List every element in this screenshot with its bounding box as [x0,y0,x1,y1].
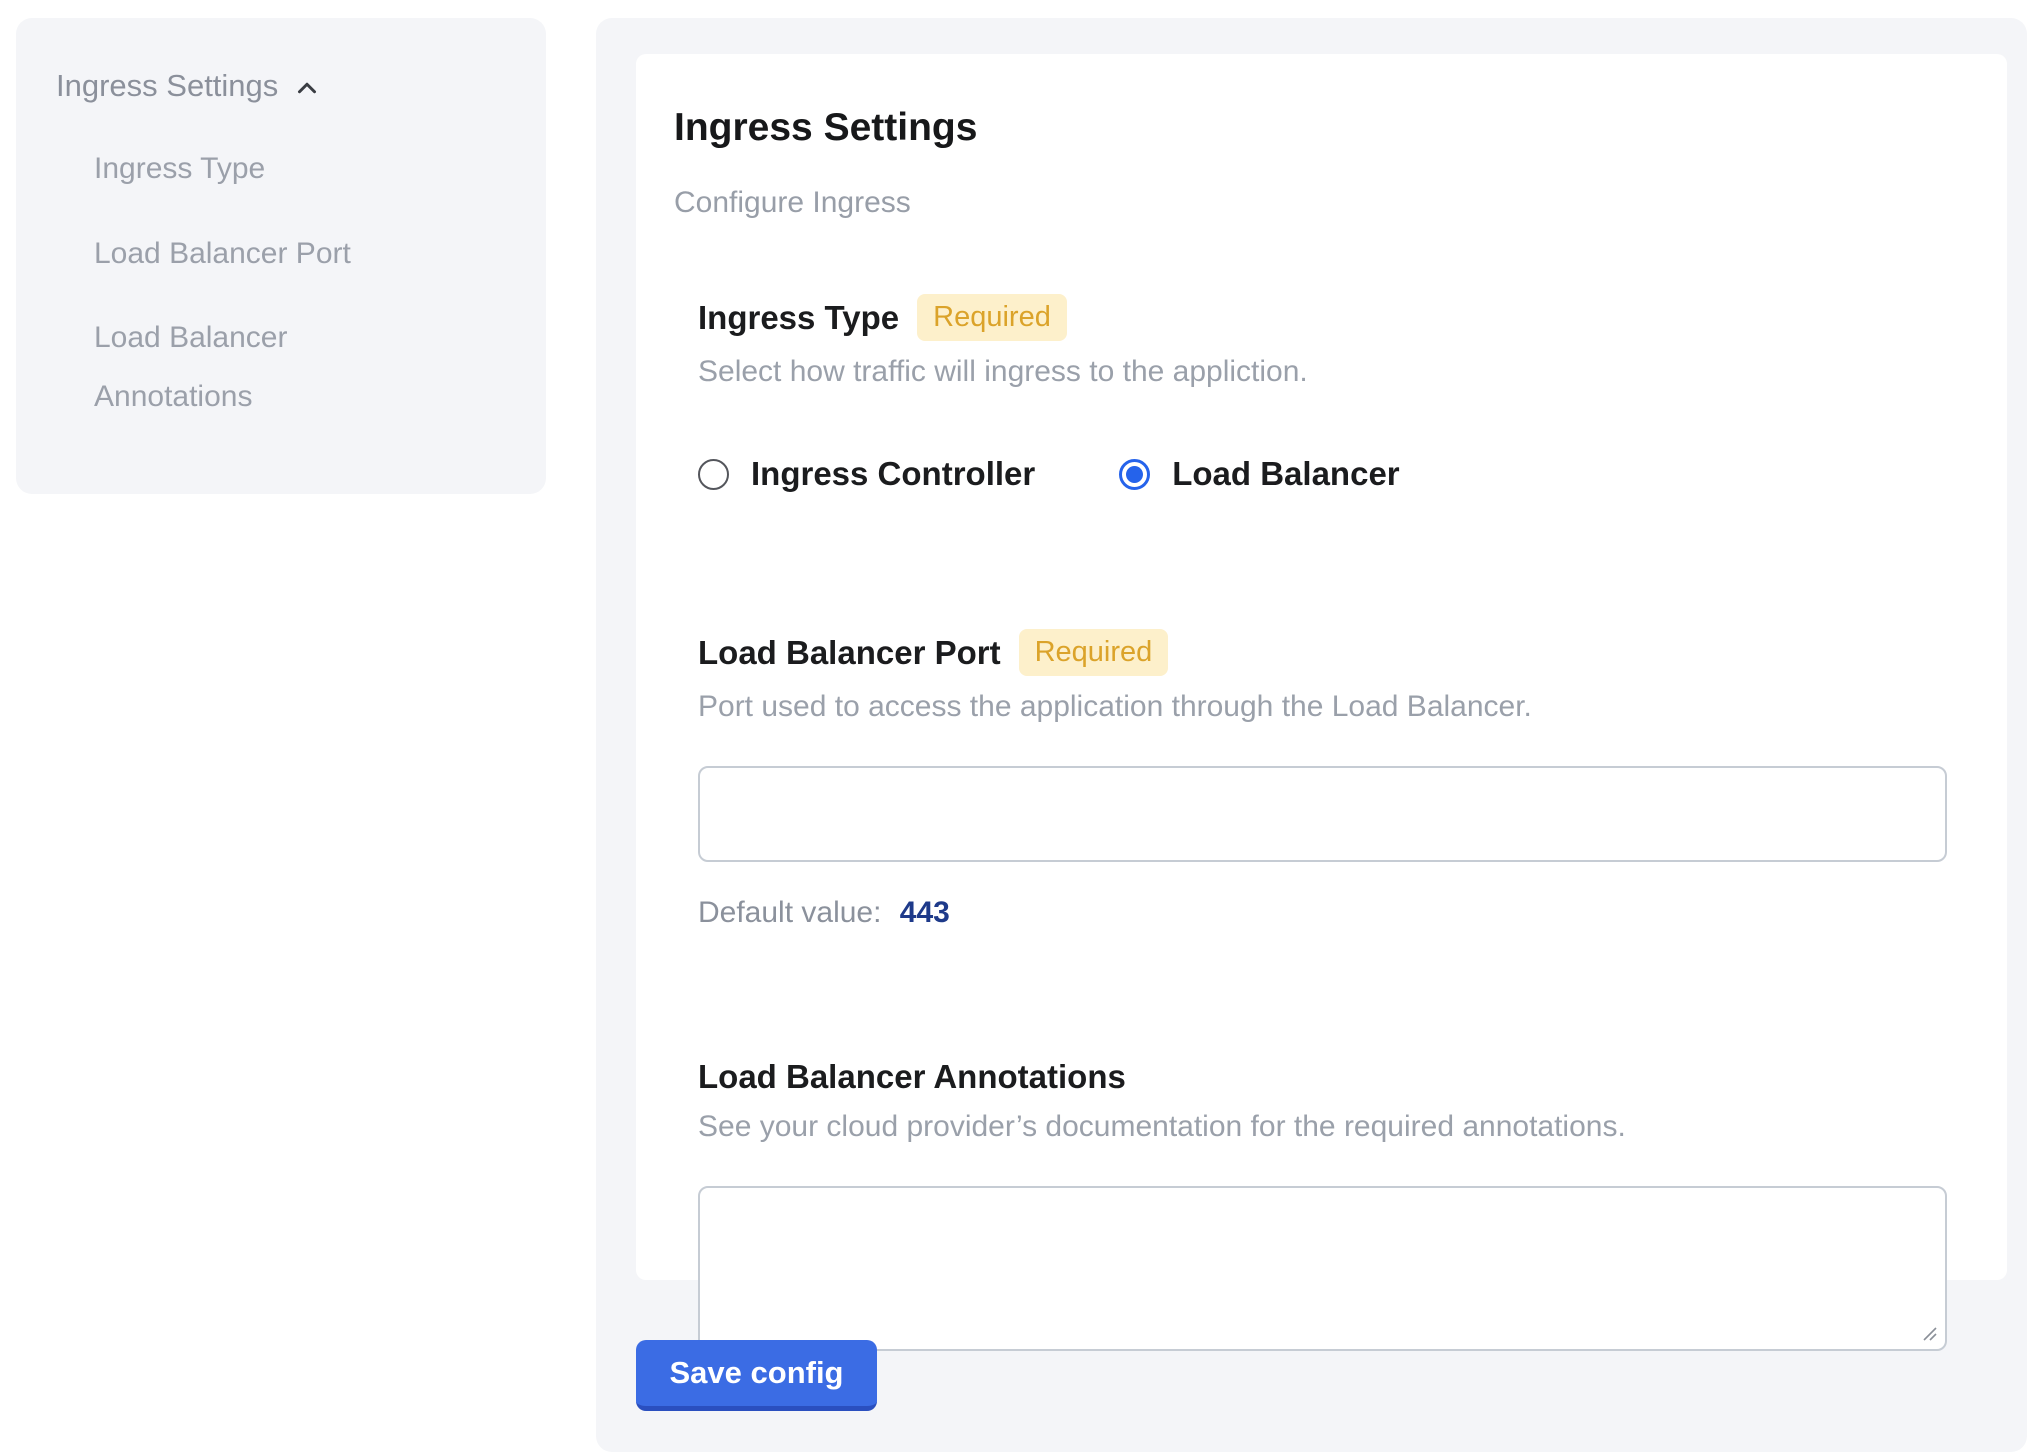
ingress-type-radio-group: Ingress Controller Load Balancer [698,455,1947,493]
ingress-type-description: Select how traffic will ingress to the a… [698,355,1947,389]
ingress-controller-option[interactable]: Ingress Controller [698,455,1035,493]
sidebar-group-ingress-settings[interactable]: Ingress Settings [56,68,506,104]
main-panel: Ingress Settings Configure Ingress Ingre… [596,18,2027,1452]
radio-icon [698,459,729,490]
load-balancer-port-label: Load Balancer Port [698,634,1001,672]
ingress-settings-card: Ingress Settings Configure Ingress Ingre… [636,54,2007,1280]
save-config-button[interactable]: Save config [636,1340,877,1411]
section-ingress-type: Ingress Type Required Select how traffic… [698,294,1947,493]
load-balancer-option-label: Load Balancer [1172,455,1399,493]
sidebar-item-load-balancer-port[interactable]: Load Balancer Port [94,225,414,284]
sidebar-item-load-balancer-annotations[interactable]: Load Balancer Annotations [94,309,414,426]
radio-icon [1119,459,1150,490]
required-badge: Required [917,294,1067,341]
sidebar-item-ingress-type[interactable]: Ingress Type [94,140,414,199]
form-sections: Ingress Type Required Select how traffic… [674,294,1967,1351]
page-subtitle: Configure Ingress [674,186,1967,220]
load-balancer-annotations-label: Load Balancer Annotations [698,1058,1126,1096]
sidebar-items: Ingress Type Load Balancer Port Load Bal… [94,140,506,426]
required-badge: Required [1019,629,1169,676]
ingress-controller-option-label: Ingress Controller [751,455,1035,493]
section-load-balancer-annotations: Load Balancer Annotations See your cloud… [698,1058,1947,1351]
chevron-up-icon [292,73,322,103]
page-title: Ingress Settings [674,106,1967,150]
resize-handle-icon[interactable] [1919,1323,1939,1343]
load-balancer-port-description: Port used to access the application thro… [698,690,1947,724]
section-load-balancer-port: Load Balancer Port Required Port used to… [698,629,1947,930]
load-balancer-annotations-textarea[interactable] [698,1186,1947,1351]
default-value: 443 [900,896,950,929]
sidebar: Ingress Settings Ingress Type Load Balan… [16,18,546,494]
load-balancer-annotations-description: See your cloud provider’s documentation … [698,1110,1947,1144]
default-value-label: Default value: [698,896,881,929]
default-value-line: Default value: 443 [698,896,1947,930]
sidebar-group-label: Ingress Settings [56,68,278,104]
ingress-type-label: Ingress Type [698,299,899,337]
load-balancer-option[interactable]: Load Balancer [1119,455,1399,493]
annotations-textarea-wrap [698,1186,1947,1351]
load-balancer-port-input[interactable] [698,766,1947,862]
